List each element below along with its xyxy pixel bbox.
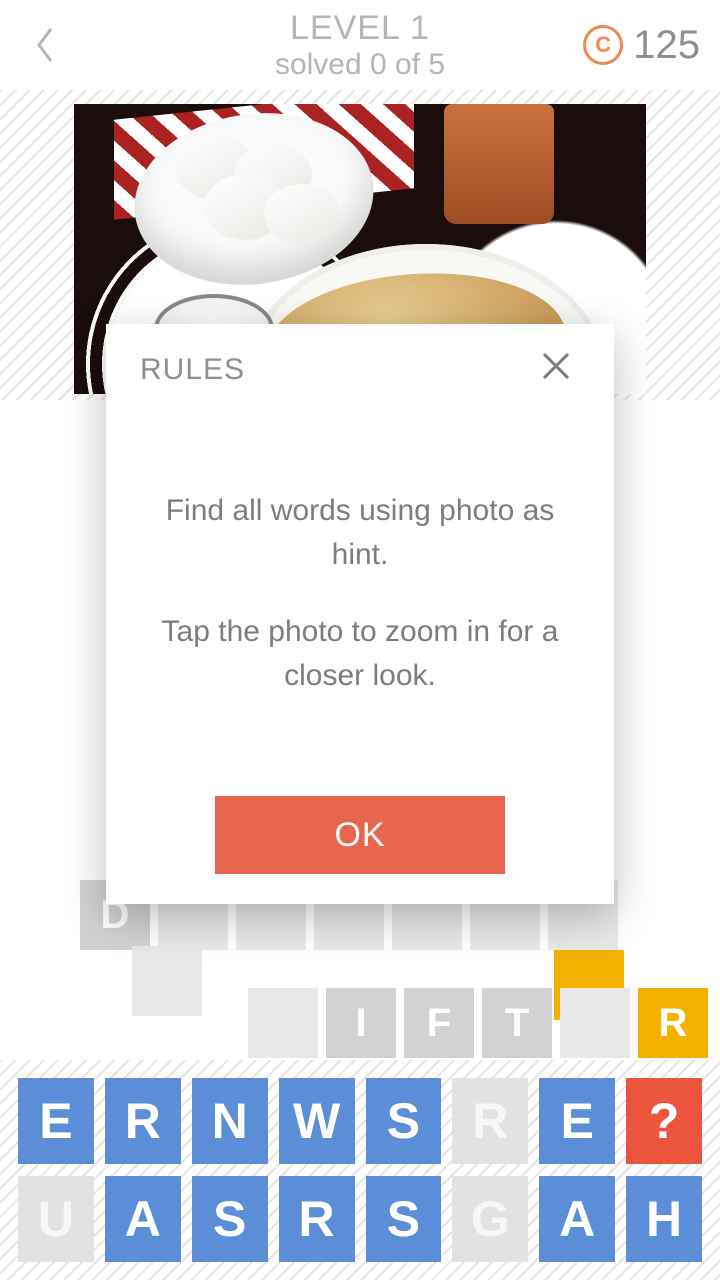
letter-tile[interactable]: A [539,1176,615,1262]
answer-tile[interactable]: F [404,988,474,1058]
rules-modal: RULES Find all words using photo as hint… [106,324,614,904]
close-button[interactable] [540,350,580,390]
letter-tile[interactable]: N [192,1078,268,1164]
header-title-block: LEVEL 1 solved 0 of 5 [275,9,445,82]
letter-tile[interactable]: S [366,1176,442,1262]
modal-text-2: Tap the photo to zoom in for a closer lo… [146,610,574,697]
answer-tile[interactable]: I [326,988,396,1058]
answer-slot[interactable] [560,988,630,1058]
coin-icon: C [583,25,623,65]
rack-row: UASRSGAH [18,1176,702,1262]
letter-tile[interactable]: S [192,1176,268,1262]
modal-text-1: Find all words using photo as hint. [146,489,574,576]
rack-row: ERNWSRE? [18,1078,702,1164]
photo-pot [444,104,554,224]
letter-tile[interactable]: G [452,1176,528,1262]
letter-tile[interactable]: H [626,1176,702,1262]
photo-egg [264,184,340,244]
chevron-left-icon [33,25,57,65]
letter-tile[interactable]: W [279,1078,355,1164]
letter-tile[interactable]: R [279,1176,355,1262]
answer-tile[interactable]: R [638,988,708,1058]
letter-tile[interactable]: R [452,1078,528,1164]
letter-tile[interactable]: S [366,1078,442,1164]
modal-title: RULES [140,353,245,387]
hint-button[interactable]: ? [626,1078,702,1164]
ok-button[interactable]: OK [215,796,505,874]
back-button[interactable] [20,20,70,70]
coin-amount: 125 [633,23,700,68]
answer-tile[interactable]: T [482,988,552,1058]
game-header: LEVEL 1 solved 0 of 5 C 125 [0,0,720,90]
answer-row: IFT R [248,988,708,1058]
modal-body: Find all words using photo as hint. Tap … [140,390,580,796]
letter-tile[interactable]: U [18,1176,94,1262]
letter-tile[interactable]: R [105,1078,181,1164]
letter-rack: ERNWSRE? UASRSGAH [0,1062,720,1280]
letter-tile[interactable]: E [18,1078,94,1164]
coin-counter[interactable]: C 125 [583,23,700,68]
answer-slot[interactable] [248,988,318,1058]
answer-slot[interactable] [132,946,202,1016]
solved-label: solved 0 of 5 [275,48,445,82]
letter-tile[interactable]: E [539,1078,615,1164]
letter-tile[interactable]: A [105,1176,181,1262]
close-icon [540,350,572,382]
level-label: LEVEL 1 [275,9,445,48]
